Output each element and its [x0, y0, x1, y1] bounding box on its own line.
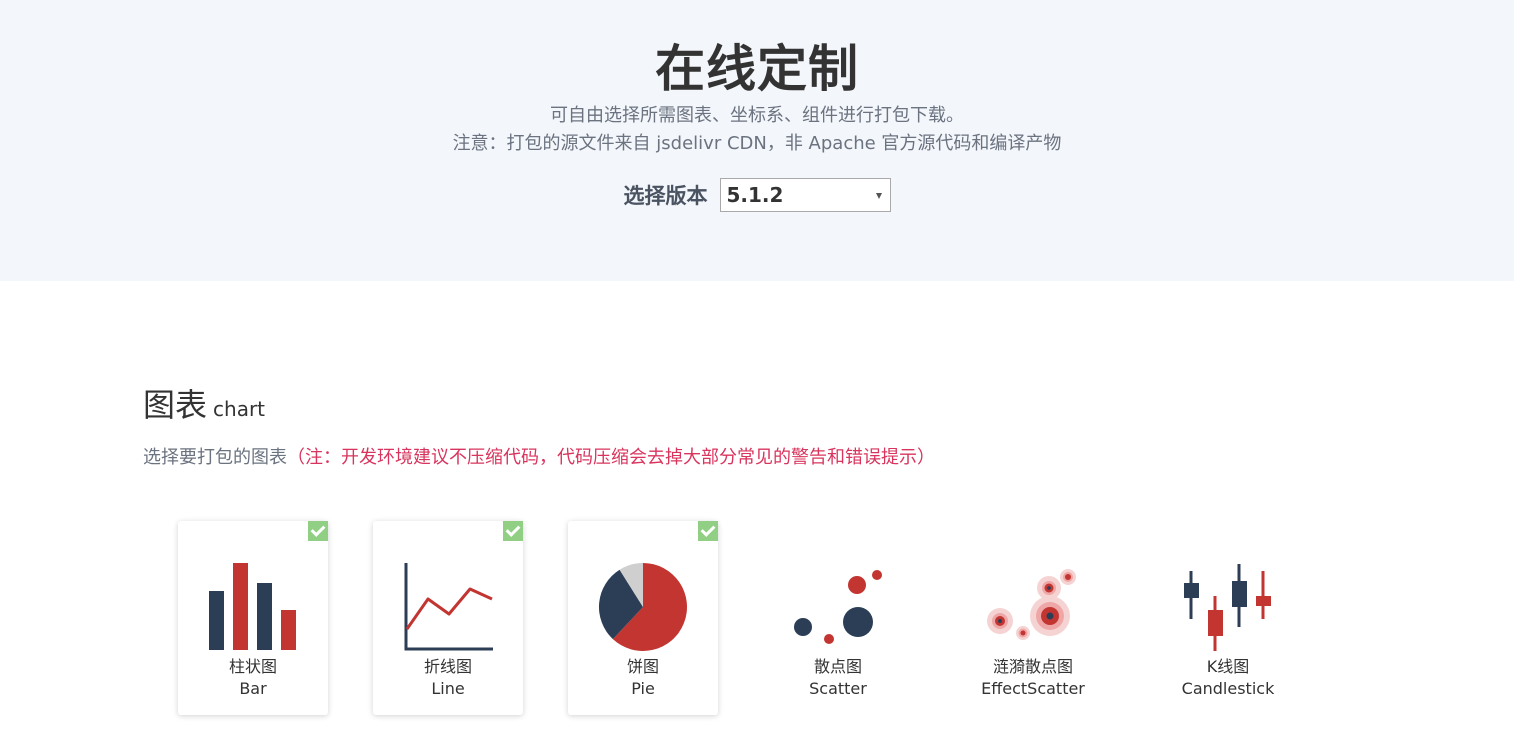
chart-card-line[interactable]: 折线图 Line: [373, 521, 523, 715]
bar-chart-icon: [209, 563, 296, 650]
page-title: 在线定制: [655, 40, 859, 98]
version-row: 选择版本 5.1.2: [0, 177, 1514, 213]
section-title-text: 图表: [143, 386, 208, 424]
chart-card-pie[interactable]: 饼图 Pie: [568, 521, 718, 715]
chart-card-label-en: Pie: [631, 679, 655, 698]
candlestick-chart-icon: [1184, 564, 1271, 651]
version-value: 5.1.2: [726, 183, 784, 207]
chart-card-label: 柱状图: [228, 657, 277, 676]
header-banner: 在线定制 可自由选择所需图表、坐标系、组件进行打包下载。 注意：打包的源文件来自…: [0, 0, 1514, 281]
chart-card-scatter[interactable]: 散点图 Scatter: [763, 521, 913, 715]
scatter-chart-icon: [794, 570, 882, 644]
version-label: 选择版本: [623, 184, 708, 208]
chart-card-label-en: Line: [431, 679, 465, 698]
section-title: 图表 chart: [143, 380, 265, 426]
check-icon: [698, 521, 718, 541]
dropdown-arrow-icon: [875, 193, 882, 199]
pie-chart-icon: [598, 562, 687, 651]
chart-card-label-en: Bar: [239, 679, 267, 698]
notice-text: 注意：打包的源文件来自 jsdelivr CDN，非 Apache 官方源代码和…: [452, 133, 1062, 154]
chart-card-label: 折线图: [423, 657, 472, 676]
section-title-en: chart: [213, 397, 266, 421]
line-chart-icon: [404, 563, 493, 651]
chart-card-label: 饼图: [626, 657, 659, 676]
chart-card-label-en: Candlestick: [1181, 679, 1275, 698]
section-description: 选择要打包的图表（注：开发环境建议不压缩代码，代码压缩会去掉大部分常见的警告和错…: [143, 445, 935, 471]
chart-card-candlestick[interactable]: K线图 Candlestick: [1153, 521, 1303, 715]
chart-card-bar[interactable]: 柱状图 Bar: [178, 521, 328, 715]
section-note: （注：开发环境建议不压缩代码，代码压缩会去掉大部分常见的警告和错误提示）: [287, 447, 935, 468]
subtitle: 可自由选择所需图表、坐标系、组件进行打包下载。: [550, 105, 964, 126]
chart-card-effect-scatter[interactable]: 涟漪散点图 EffectScatter: [958, 521, 1108, 715]
chart-card-label: 散点图: [813, 657, 862, 676]
check-icon: [503, 521, 523, 541]
chart-card-label-en: Scatter: [809, 679, 867, 698]
section-desc-text: 选择要打包的图表: [143, 447, 287, 468]
chart-card-label: 涟漪散点图: [992, 657, 1073, 676]
chart-card-label: K线图: [1206, 657, 1250, 676]
chart-card-label-en: EffectScatter: [981, 679, 1085, 698]
check-icon: [308, 521, 328, 541]
effect-scatter-chart-icon: [987, 569, 1076, 640]
version-select[interactable]: 5.1.2: [719, 178, 891, 212]
